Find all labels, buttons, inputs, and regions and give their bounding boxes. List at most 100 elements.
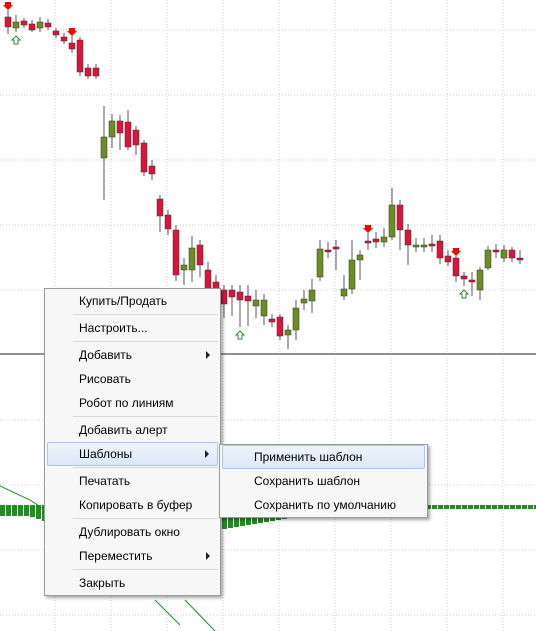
candle-body — [68, 42, 76, 50]
candle-body — [452, 257, 460, 277]
menu-separator — [73, 314, 218, 315]
candle-body — [60, 36, 68, 42]
menu-item-copy-to-clipboard-label: Копировать в буфер — [79, 498, 193, 512]
candle-body — [396, 204, 404, 231]
submenu-item-save-default-label: Сохранить по умолчанию — [254, 498, 396, 512]
candle-body — [244, 295, 252, 302]
candle-body — [20, 20, 28, 26]
menu-separator — [73, 341, 218, 342]
candle-body — [116, 120, 124, 134]
menu-item-templates-label: Шаблоны — [79, 447, 133, 461]
candle-body — [236, 291, 244, 301]
menu-item-draw[interactable]: Рисовать — [45, 367, 220, 391]
submenu-item-apply-template[interactable]: Применить шаблон — [222, 445, 425, 469]
menu-item-line-robot[interactable]: Робот по линиям — [45, 391, 220, 415]
candle-body — [420, 244, 428, 248]
menu-item-add-alert-label: Добавить алерт — [79, 423, 168, 437]
histogram-bar — [432, 505, 437, 509]
menu-item-add-label: Добавить — [79, 348, 133, 362]
submenu-item-save-default[interactable]: Сохранить по умолчанию — [220, 493, 427, 517]
candle-body — [460, 275, 468, 280]
buy-arrow-icon — [234, 330, 246, 340]
submenu-item-save-template[interactable]: Сохранить шаблон — [220, 469, 427, 493]
candle-body — [228, 289, 236, 298]
candle-body — [380, 236, 388, 243]
candle-body — [292, 307, 300, 331]
candle-body — [36, 21, 44, 29]
menu-item-move[interactable]: Переместить — [45, 544, 220, 568]
sell-arrow-icon — [451, 248, 461, 256]
sell-arrow-icon — [67, 28, 77, 36]
candle-body — [252, 299, 260, 307]
candle-body — [268, 318, 276, 323]
candle-body — [300, 298, 308, 304]
candle-body — [412, 244, 420, 248]
histogram-bar — [450, 505, 455, 509]
candle-body — [108, 120, 116, 138]
buy-arrow-icon — [10, 35, 22, 45]
menu-item-configure-label: Настроить... — [79, 321, 148, 335]
candle-body — [308, 289, 316, 302]
candle-body — [172, 229, 180, 276]
menu-item-copy-to-clipboard[interactable]: Копировать в буфер — [45, 493, 220, 517]
menu-item-buy-sell[interactable]: Купить/Продать — [45, 289, 220, 313]
candle-body — [324, 249, 332, 253]
candle-body — [404, 229, 412, 246]
candle-body — [260, 299, 268, 317]
menu-item-duplicate-window-label: Дублировать окно — [79, 525, 180, 539]
menu-item-duplicate-window[interactable]: Дублировать окно — [45, 520, 220, 544]
histogram-bar — [480, 505, 485, 509]
candle-body — [276, 316, 284, 337]
candle-body — [364, 240, 372, 244]
candle-body — [188, 247, 196, 271]
histogram-bar — [438, 505, 443, 509]
candle-body — [180, 264, 188, 271]
menu-item-close-label: Закрыть — [79, 576, 126, 590]
candle-body — [492, 249, 500, 253]
menu-item-add-alert[interactable]: Добавить алерт — [45, 418, 220, 442]
submenu-arrow-icon — [206, 351, 210, 359]
candle-body — [28, 23, 36, 31]
sell-arrow-icon — [363, 225, 373, 233]
buy-arrow-icon — [458, 289, 470, 299]
histogram-bar — [0, 505, 5, 516]
submenu-arrow-icon — [205, 450, 209, 458]
histogram-bar — [504, 505, 509, 509]
histogram-bar — [6, 505, 11, 516]
submenu-item-save-template-label: Сохранить шаблон — [254, 474, 361, 488]
histogram-bar — [468, 505, 473, 509]
candle-body — [132, 129, 140, 146]
candle-body — [164, 214, 172, 230]
candle-body — [140, 142, 148, 173]
candle-body — [332, 246, 340, 250]
candle-body — [444, 255, 452, 263]
candle-body — [76, 39, 84, 73]
menu-item-print-label: Печатать — [79, 474, 131, 488]
menu-item-line-robot-label: Робот по линиям — [79, 396, 174, 410]
histogram-bar — [498, 505, 503, 509]
menu-item-configure[interactable]: Настроить... — [45, 316, 220, 340]
menu-item-add[interactable]: Добавить — [45, 343, 220, 367]
sell-arrow-icon — [3, 2, 13, 10]
menu-item-close[interactable]: Закрыть — [45, 571, 220, 595]
candle-body — [372, 238, 380, 243]
candle-body — [100, 136, 108, 159]
menu-item-templates[interactable]: Шаблоны — [47, 442, 218, 466]
candle-body — [196, 244, 204, 266]
menu-separator — [73, 416, 218, 417]
candle-body — [468, 279, 476, 283]
candle-body — [148, 165, 156, 175]
histogram-bar — [18, 505, 23, 516]
menu-item-draw-label: Рисовать — [79, 372, 131, 386]
candle-body — [92, 67, 100, 77]
histogram-bar — [492, 505, 497, 509]
candle-body — [348, 259, 356, 290]
menu-item-buy-sell-label: Купить/Продать — [79, 294, 168, 308]
templates-submenu: Применить шаблон Сохранить шаблон Сохранит… — [219, 444, 428, 518]
candle-body — [4, 16, 12, 28]
candle-body — [12, 21, 20, 29]
candle-body — [284, 329, 292, 336]
candle-body — [436, 240, 444, 259]
menu-item-print[interactable]: Печатать — [45, 469, 220, 493]
histogram-bar — [444, 505, 449, 509]
